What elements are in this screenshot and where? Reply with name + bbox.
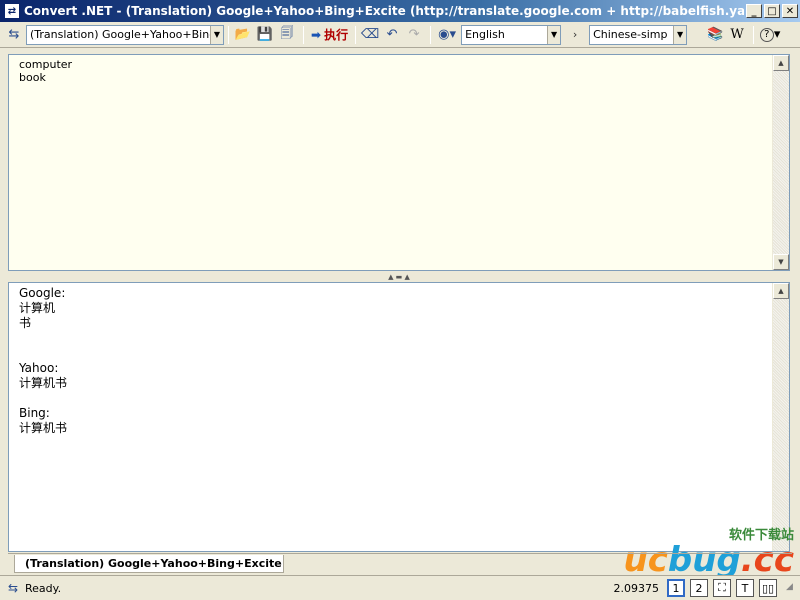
status-text: Ready.	[25, 581, 62, 595]
window-controls: _ □ ✕	[744, 4, 798, 18]
redo-icon[interactable]: ↷	[404, 25, 424, 45]
toolbar-separator	[430, 25, 432, 44]
toolbar-separator	[753, 25, 755, 44]
scroll-up-icon[interactable]: ▲	[773, 283, 789, 299]
help-label: ?	[759, 27, 774, 42]
toolbar-separator	[355, 25, 357, 44]
help-icon[interactable]: ? ▾	[758, 25, 782, 45]
execute-arrow-icon: ➡	[311, 27, 322, 42]
minimize-button[interactable]: _	[746, 4, 762, 18]
tab-translation[interactable]: (Translation) Google+Yahoo+Bing+Excite	[14, 555, 284, 573]
page-button-2[interactable]: 2	[690, 579, 708, 597]
status-value: 2.09375	[613, 581, 660, 595]
status-bar: ⇆ Ready. 2.09375 1 2 ⛶ T ▯▯ ◢	[0, 575, 800, 600]
output-scrollbar[interactable]: ▲	[772, 283, 789, 551]
chevron-right-icon: ›	[572, 28, 578, 41]
window-title: Convert .NET - (Translation) Google+Yaho…	[24, 4, 744, 18]
toolbar-separator	[303, 25, 304, 44]
service-combo-value: (Translation) Google+Yahoo+Bing+E	[30, 28, 210, 41]
scroll-down-icon[interactable]: ▼	[773, 254, 789, 270]
scroll-up-icon[interactable]: ▲	[773, 55, 789, 71]
source-language-value: English	[465, 28, 505, 41]
translate-icon[interactable]: ⇆	[4, 25, 24, 45]
eraser-icon[interactable]: ⌫	[360, 25, 380, 45]
status-app-icon: ⇆	[7, 581, 19, 595]
output-text-area[interactable]: Google: 计算机 书 Yahoo: 计算机书 Bing: 计算机书 ▲	[8, 282, 790, 552]
page-button-1[interactable]: 1	[667, 579, 685, 597]
fit-window-icon[interactable]: ⛶	[713, 579, 731, 597]
output-text[interactable]: Google: 计算机 书 Yahoo: 计算机书 Bing: 计算机书	[9, 283, 772, 551]
columns-icon[interactable]: ▯▯	[759, 579, 777, 597]
language-globe-icon[interactable]: ◉▾	[435, 25, 459, 45]
pane-splitter[interactable]: ▲ ▬ ▲	[8, 271, 790, 282]
dictionary-icon[interactable]: 📚	[705, 25, 725, 45]
tab-strip: (Translation) Google+Yahoo+Bing+Excite	[8, 553, 792, 573]
toolbar: ⇆ (Translation) Google+Yahoo+Bing+E ▼ 📂 …	[0, 22, 800, 48]
undo-icon[interactable]: ↶	[382, 25, 402, 45]
chevron-down-icon[interactable]: ▼	[673, 25, 687, 44]
chevron-down-icon[interactable]: ▼	[210, 25, 223, 44]
maximize-button[interactable]: □	[764, 4, 780, 18]
execute-button[interactable]: ➡ 执行	[308, 25, 351, 45]
app-icon: ⇄	[4, 3, 20, 19]
input-text[interactable]: computer book	[9, 55, 772, 270]
service-combo[interactable]: (Translation) Google+Yahoo+Bing+E ▼	[26, 24, 224, 45]
input-scrollbar[interactable]: ▲ ▼	[772, 55, 789, 270]
save-all-icon[interactable]: 🗐	[277, 25, 297, 45]
page-button-t[interactable]: T	[736, 579, 754, 597]
wikipedia-button[interactable]: W	[727, 25, 747, 45]
target-language-value: Chinese-simp	[593, 28, 668, 41]
execute-label: 执行	[324, 28, 349, 42]
save-icon[interactable]: 💾	[255, 25, 275, 45]
chevron-down-icon[interactable]: ▼	[547, 25, 561, 44]
close-button[interactable]: ✕	[782, 4, 798, 18]
input-text-area[interactable]: computer book ▲ ▼	[8, 54, 790, 271]
open-folder-icon[interactable]: 📂	[233, 25, 253, 45]
source-language-combo[interactable]: English ▼	[461, 24, 562, 45]
title-bar: ⇄ Convert .NET - (Translation) Google+Ya…	[0, 0, 800, 22]
target-language-combo[interactable]: Chinese-simp ▼	[589, 24, 688, 45]
toolbar-separator	[228, 25, 229, 44]
resize-grip-icon[interactable]: ◢	[786, 582, 798, 594]
